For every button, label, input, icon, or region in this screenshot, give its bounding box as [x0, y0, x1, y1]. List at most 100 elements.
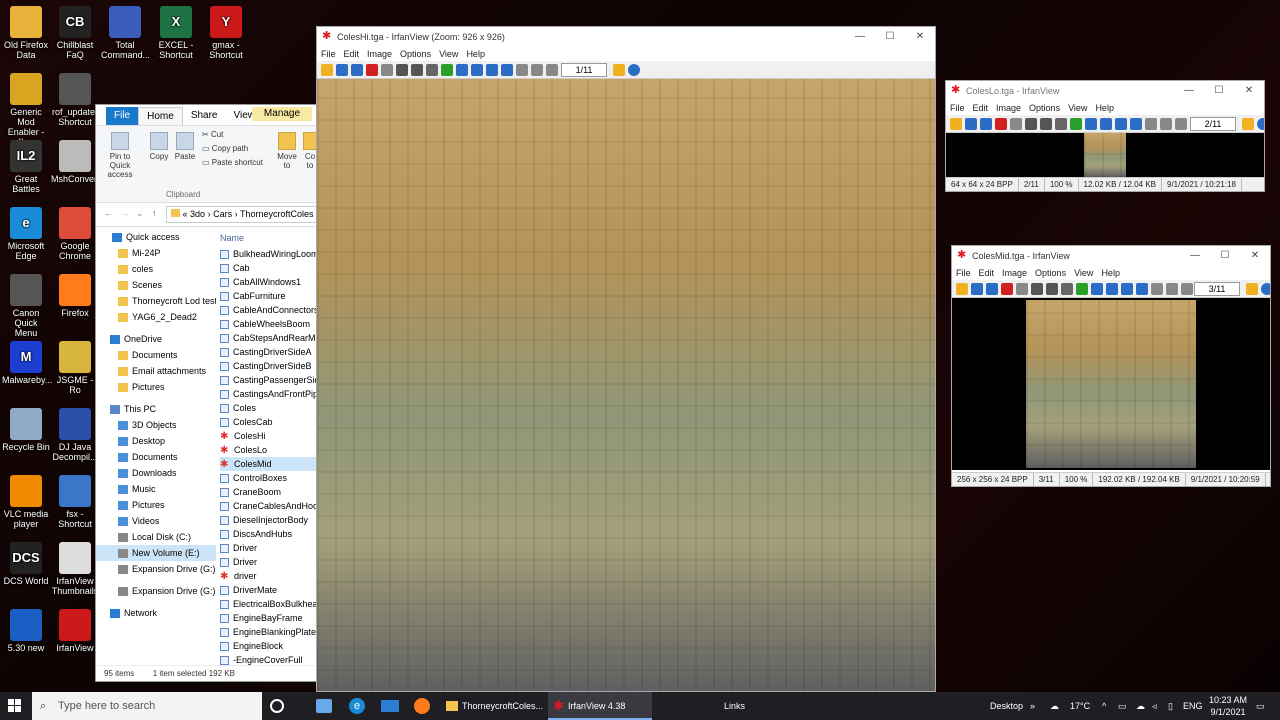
toolbar-button-icon[interactable] [1136, 283, 1148, 295]
page-indicator[interactable]: 2/11 [1190, 117, 1236, 131]
toolbar-button-icon[interactable] [1055, 118, 1067, 130]
file-list-item[interactable]: DiscsAndHubs [220, 527, 316, 541]
file-list-item[interactable]: EngineBlankingPlates [220, 625, 316, 639]
nav-item[interactable]: Network [96, 605, 216, 621]
desktop-icon[interactable]: X EXCEL - Shortcut [152, 6, 200, 60]
file-list-item[interactable]: CableWheelsBoom [220, 317, 316, 331]
volume-icon[interactable]: ◃ [1152, 692, 1157, 720]
file-list-item[interactable]: DieselInjectorBody [220, 513, 316, 527]
desktop-icon[interactable]: M Malwareby... [2, 341, 52, 385]
desktop-icon[interactable]: VLC media player [2, 475, 50, 529]
toolbar-button-icon[interactable] [516, 64, 528, 76]
desktop-icon[interactable]: 5.30 new [2, 609, 50, 653]
toolbar-button-icon[interactable] [426, 64, 438, 76]
menu-edit[interactable]: Edit [344, 47, 360, 61]
title-bar[interactable]: ✱ ColesMid.tga - IrfanView — ☐ ✕ [952, 246, 1270, 266]
nav-item[interactable]: YAG6_2_Dead2 [96, 309, 216, 325]
toolbar-button-icon[interactable] [956, 283, 968, 295]
toolbar-button-icon[interactable] [321, 64, 333, 76]
settings-icon[interactable] [613, 64, 625, 76]
language-indicator[interactable]: ENG [1183, 692, 1203, 720]
file-list-item[interactable]: BulkheadWiringLoom [220, 247, 316, 261]
cortana-icon[interactable] [270, 699, 284, 713]
file-list-item[interactable]: Cab [220, 261, 316, 275]
desktop-icon[interactable]: Total Command... [101, 6, 150, 60]
nav-item[interactable]: Documents [96, 347, 216, 363]
menu-image[interactable]: Image [367, 47, 392, 61]
toolbar-button-icon[interactable] [1076, 283, 1088, 295]
menu-file[interactable]: File [956, 266, 971, 280]
nav-item[interactable]: coles [96, 261, 216, 277]
nav-item[interactable]: Pictures [96, 497, 216, 513]
menu-options[interactable]: Options [400, 47, 431, 61]
desktop-icon[interactable]: JSGME - Ro [51, 341, 99, 395]
tab-manage[interactable]: Manage [252, 107, 312, 121]
windows-start-icon[interactable] [8, 699, 22, 713]
nav-item[interactable]: This PC [96, 401, 216, 417]
desktop-icon[interactable]: DJ Java Decompil... [51, 408, 99, 462]
settings-icon[interactable] [1242, 118, 1254, 130]
file-list-item[interactable]: ✱ ColesMid [220, 457, 316, 471]
desktop-icon[interactable]: e Microsoft Edge [2, 207, 50, 261]
nav-item[interactable]: New Volume (E:) [96, 545, 216, 561]
file-list-item[interactable]: EngineBlock [220, 639, 316, 653]
page-indicator[interactable]: 3/11 [1194, 282, 1240, 296]
nav-item[interactable]: Email attachments [96, 363, 216, 379]
toolbar-button-icon[interactable] [1070, 118, 1082, 130]
menu-view[interactable]: View [1074, 266, 1093, 280]
nav-item[interactable]: Videos [96, 513, 216, 529]
toolbar-button-icon[interactable] [1145, 118, 1157, 130]
toolbar-button-icon[interactable] [351, 64, 363, 76]
file-list-item[interactable]: CraneBoom [220, 485, 316, 499]
toolbar-button-icon[interactable] [1121, 283, 1133, 295]
toolbar-button-icon[interactable] [1100, 118, 1112, 130]
toolbar-button-icon[interactable] [1040, 118, 1052, 130]
menu-view[interactable]: View [439, 47, 458, 61]
menu-edit[interactable]: Edit [979, 266, 995, 280]
file-list-item[interactable]: CabStepsAndRearMu [220, 331, 316, 345]
file-list-item[interactable]: CabAllWindows1 [220, 275, 316, 289]
nav-item[interactable]: Expansion Drive (G:) [96, 561, 216, 577]
help-icon[interactable] [628, 64, 640, 76]
toolbar-button-icon[interactable] [411, 64, 423, 76]
cloud-icon[interactable]: ☁ [1136, 692, 1145, 720]
file-list-item[interactable]: ✱ ColesHi [220, 429, 316, 443]
nav-item[interactable]: Mi-24P [96, 245, 216, 261]
copy-button[interactable]: Copy [148, 132, 170, 161]
cut-button[interactable]: ✂ Cut [202, 130, 223, 139]
desktop-icon[interactable]: Recycle Bin [2, 408, 50, 452]
toolbar-button-icon[interactable] [986, 283, 998, 295]
paste-button[interactable]: Paste [174, 132, 196, 161]
close-icon[interactable]: ✕ [1240, 246, 1270, 266]
settings-icon[interactable] [1246, 283, 1258, 295]
file-list-item[interactable]: Coles [220, 401, 316, 415]
menu-help[interactable]: Help [1095, 101, 1114, 115]
dropdown-icon[interactable]: ⌄ [136, 208, 144, 219]
file-list-item[interactable]: Driver [220, 541, 316, 555]
toolbar-button-icon[interactable] [1085, 118, 1097, 130]
address-crumb-thorneycroft[interactable]: ThorneycroftColes [240, 209, 314, 219]
file-list-item[interactable]: ✱ ColesLo [220, 443, 316, 457]
toolbar-button-icon[interactable] [1181, 283, 1193, 295]
toolbar-button-icon[interactable] [950, 118, 962, 130]
nav-item[interactable]: Desktop [96, 433, 216, 449]
toolbar-button-icon[interactable] [336, 64, 348, 76]
toolbar-button-icon[interactable] [456, 64, 468, 76]
irfanview-window-lo[interactable]: ✱ ColesLo.tga - IrfanView — ☐ ✕ File Edit … [945, 80, 1265, 192]
minimize-icon[interactable]: — [1180, 246, 1210, 266]
file-list-item[interactable]: CableAndConnectors [220, 303, 316, 317]
toolbar-button-icon[interactable] [531, 64, 543, 76]
tab-share[interactable]: Share [183, 107, 226, 125]
file-list-item[interactable]: ✱ driver [220, 569, 316, 583]
desktop-icon[interactable]: Google Chrome [51, 207, 99, 261]
pin-quick-access-button[interactable]: Pin to Quick access [100, 132, 140, 179]
nav-item[interactable]: Thorneycroft Lod test f [96, 293, 216, 309]
weather-temp[interactable]: 17°C [1070, 692, 1090, 720]
file-list-item[interactable]: ControlBoxes [220, 471, 316, 485]
desktop-icon[interactable]: MshConver... [51, 140, 104, 184]
nav-item[interactable]: OneDrive [96, 331, 216, 347]
taskbar-app-explorer[interactable]: ThorneycroftColes... [442, 692, 546, 720]
weather-icon[interactable]: ☁ [1050, 692, 1059, 720]
menu-options[interactable]: Options [1035, 266, 1066, 280]
toolbar-button-icon[interactable] [546, 64, 558, 76]
